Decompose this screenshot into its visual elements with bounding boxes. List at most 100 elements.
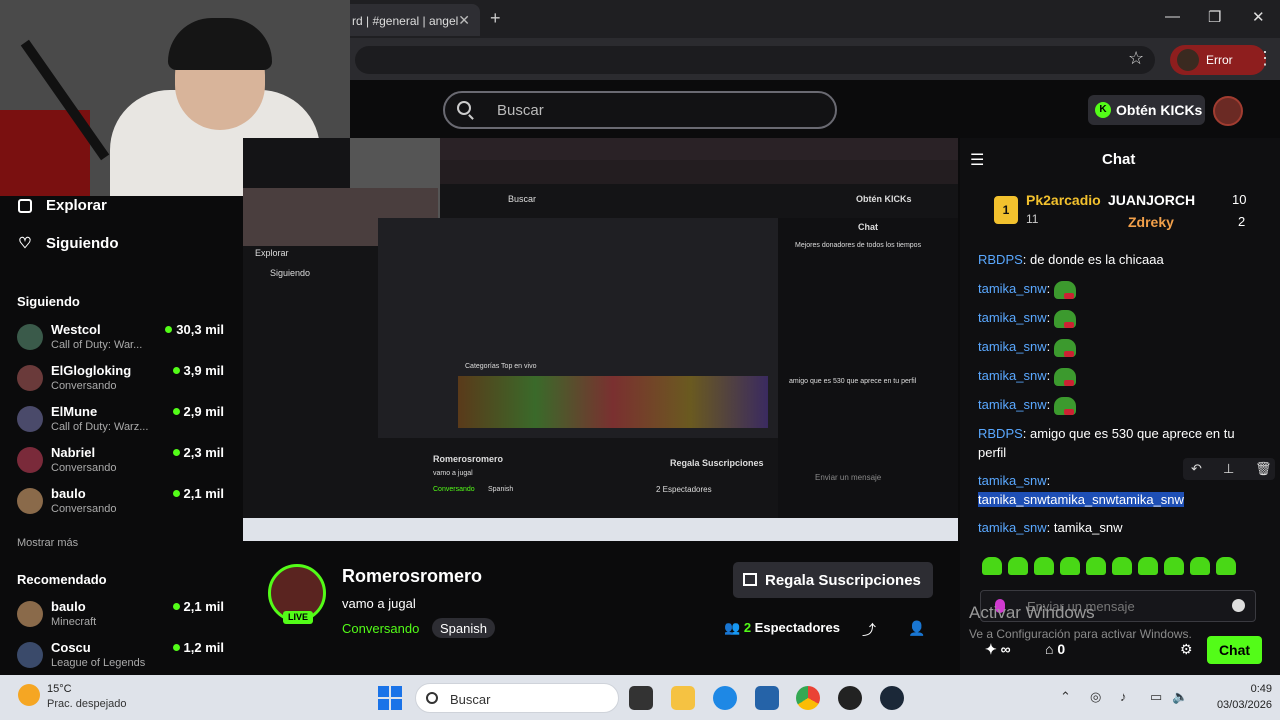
streamer-name[interactable]: Romerosromero xyxy=(342,566,482,587)
maximize-button[interactable]: ❐ xyxy=(1208,8,1221,26)
channel-avatar xyxy=(17,642,43,668)
chat-username[interactable]: RBDPS xyxy=(978,252,1023,267)
emoji-picker-icon[interactable] xyxy=(1232,599,1245,612)
edge-browser-icon[interactable] xyxy=(713,686,737,710)
bookmark-star-icon[interactable]: ☆ xyxy=(1128,48,1144,69)
live-badge: LIVE xyxy=(283,611,313,624)
nested-address-bar xyxy=(438,160,958,184)
sidebar-channel-baulo[interactable]: baulo Conversando 2,1 mil xyxy=(17,486,227,526)
sidebar-channel-elglogloking[interactable]: ElGlogloking Conversando 3,9 mil xyxy=(17,363,227,403)
chrome-browser-icon[interactable] xyxy=(796,686,820,710)
obs-app-icon[interactable] xyxy=(838,686,862,710)
task-view-icon[interactable] xyxy=(629,686,653,710)
sidebar-recommended-baulo[interactable]: baulo Minecraft 2,1 mil xyxy=(17,599,227,639)
volume-icon[interactable]: 🔈 xyxy=(1172,689,1188,705)
emote-icon[interactable] xyxy=(1060,557,1080,575)
send-chat-button[interactable]: Chat xyxy=(1207,636,1262,664)
channel-category: Conversando xyxy=(51,503,117,515)
chat-username[interactable]: tamika_snw xyxy=(978,339,1047,354)
channel-category: Minecraft xyxy=(51,616,97,628)
minimize-button[interactable]: — xyxy=(1165,8,1180,25)
network-icon[interactable]: ◎ xyxy=(1090,689,1101,705)
emote-icon[interactable] xyxy=(1008,557,1028,575)
stream-category[interactable]: Conversando xyxy=(342,621,419,636)
nested-chat-title: Chat xyxy=(858,222,878,232)
user-avatar[interactable] xyxy=(1213,96,1243,126)
emote-icon[interactable] xyxy=(1190,557,1210,575)
donor-name[interactable]: JUANJORCH xyxy=(1108,192,1195,208)
sidebar-channel-westcol[interactable]: Westcol Call of Duty: War... 30,3 mil xyxy=(17,322,227,362)
pin-icon[interactable]: ⊥ xyxy=(1223,461,1234,477)
channel-viewers: 1,2 mil xyxy=(172,640,224,655)
sidebar-channel-elmune[interactable]: ElMune Call of Duty: Warz... 2,9 mil xyxy=(17,404,227,444)
chat-username[interactable]: tamika_snw xyxy=(978,368,1047,383)
chat-text: de donde es la chicaaa xyxy=(1030,252,1164,267)
chat-username[interactable]: tamika_snw xyxy=(978,310,1047,325)
clock-date[interactable]: 03/03/2026 xyxy=(1208,699,1272,711)
file-explorer-icon[interactable] xyxy=(671,686,695,710)
activate-windows-title: Activar Windows xyxy=(969,603,1095,622)
follow-user-icon[interactable]: 👤 xyxy=(908,620,925,637)
emote-icon[interactable] xyxy=(1112,557,1132,575)
chat-settings-gear-icon[interactable]: ⚙ xyxy=(1180,641,1193,658)
taskbar-search[interactable]: Buscar xyxy=(415,683,619,713)
delete-icon[interactable]: 🗑 xyxy=(1255,461,1272,477)
nested-streamer: Romerosromero xyxy=(433,454,504,464)
chat-username[interactable]: tamika_snw xyxy=(978,397,1047,412)
share-icon[interactable]: ⤴ xyxy=(862,620,876,640)
tray-chevron-icon[interactable]: ⌃ xyxy=(1060,689,1071,705)
store-button[interactable]: ⌂ 0 xyxy=(1045,641,1065,657)
new-tab-button[interactable]: + xyxy=(490,8,501,29)
emote-icon[interactable] xyxy=(1086,557,1106,575)
emote-icon[interactable] xyxy=(1164,557,1184,575)
get-kicks-button[interactable]: K Obtén KICKs xyxy=(1088,95,1205,125)
donor-name[interactable]: Zdreky xyxy=(1128,214,1174,230)
chat-username[interactable]: tamika_snw xyxy=(978,473,1047,488)
chat-username[interactable]: tamika_snw xyxy=(978,520,1047,535)
chat-username[interactable]: tamika_snw xyxy=(978,281,1047,296)
top-donors: 1 Pk2arcadio 11 JUANJORCH 10 Zdreky 2 xyxy=(990,186,1260,242)
channel-name: Coscu xyxy=(51,640,91,655)
emote-icon[interactable] xyxy=(982,557,1002,575)
donor-name[interactable]: Pk2arcadio xyxy=(1026,192,1101,208)
clock-time[interactable]: 0:49 xyxy=(1228,683,1272,695)
emote-icon[interactable] xyxy=(1034,557,1054,575)
chat-username[interactable]: RBDPS xyxy=(978,426,1023,441)
sidebar-channel-nabriel[interactable]: Nabriel Conversando 2,3 mil xyxy=(17,445,227,485)
channel-avatar xyxy=(17,365,43,391)
microphone-tray-icon[interactable]: ♪ xyxy=(1120,689,1127,704)
show-more-link[interactable]: Mostrar más xyxy=(17,537,78,549)
weather-temp: 15°C xyxy=(47,683,72,695)
taskbar-search-label: Buscar xyxy=(450,692,491,707)
collapse-chat-icon[interactable]: ☰ xyxy=(970,150,984,170)
gift-subscriptions-button[interactable]: Regala Suscripciones xyxy=(733,562,933,598)
channel-viewers: 2,1 mil xyxy=(172,599,224,614)
nav-explore[interactable]: Explorar xyxy=(18,197,107,214)
windows-start-icon[interactable] xyxy=(378,686,402,710)
emote-icon[interactable] xyxy=(1216,557,1236,575)
steam-app-icon[interactable] xyxy=(880,686,904,710)
channel-avatar xyxy=(17,406,43,432)
channel-points[interactable]: ✦ ∞ xyxy=(985,641,1011,658)
channel-viewers: 30,3 mil xyxy=(165,322,224,337)
close-window-button[interactable]: ✕ xyxy=(1252,8,1265,26)
sidebar-recommended-coscu[interactable]: Coscu League of Legends 1,2 mil xyxy=(17,640,227,680)
tab-close-icon[interactable]: ✕ xyxy=(458,12,470,29)
recommended-section-title: Recomendado xyxy=(17,572,107,587)
emote-icon[interactable] xyxy=(1138,557,1158,575)
display-icon[interactable]: ▭ xyxy=(1150,689,1162,705)
pepe-emote-icon xyxy=(1053,309,1076,328)
nav-following[interactable]: ♡ Siguiendo xyxy=(18,234,118,252)
stream-tag[interactable]: Spanish xyxy=(432,618,495,638)
reply-icon[interactable]: ↶ xyxy=(1191,461,1202,477)
browser-menu-icon[interactable]: ⋮ xyxy=(1256,48,1274,69)
chat-text-selected: tamika_snwtamika_snwtamika_snw xyxy=(978,492,1184,507)
browser-tab[interactable]: rd | #general | angel ✕ xyxy=(340,4,480,36)
search-input[interactable]: Buscar xyxy=(443,91,837,129)
omnibox[interactable] xyxy=(355,46,1155,74)
weather-sun-icon[interactable] xyxy=(18,684,40,706)
store-app-icon[interactable] xyxy=(755,686,779,710)
stream-video-player[interactable]: Buscar Obtén KICKs Chat Mejores donadore… xyxy=(243,138,958,541)
live-dot-icon xyxy=(172,490,180,497)
nested-top-categories: Categorías Top en vivo xyxy=(465,363,537,370)
